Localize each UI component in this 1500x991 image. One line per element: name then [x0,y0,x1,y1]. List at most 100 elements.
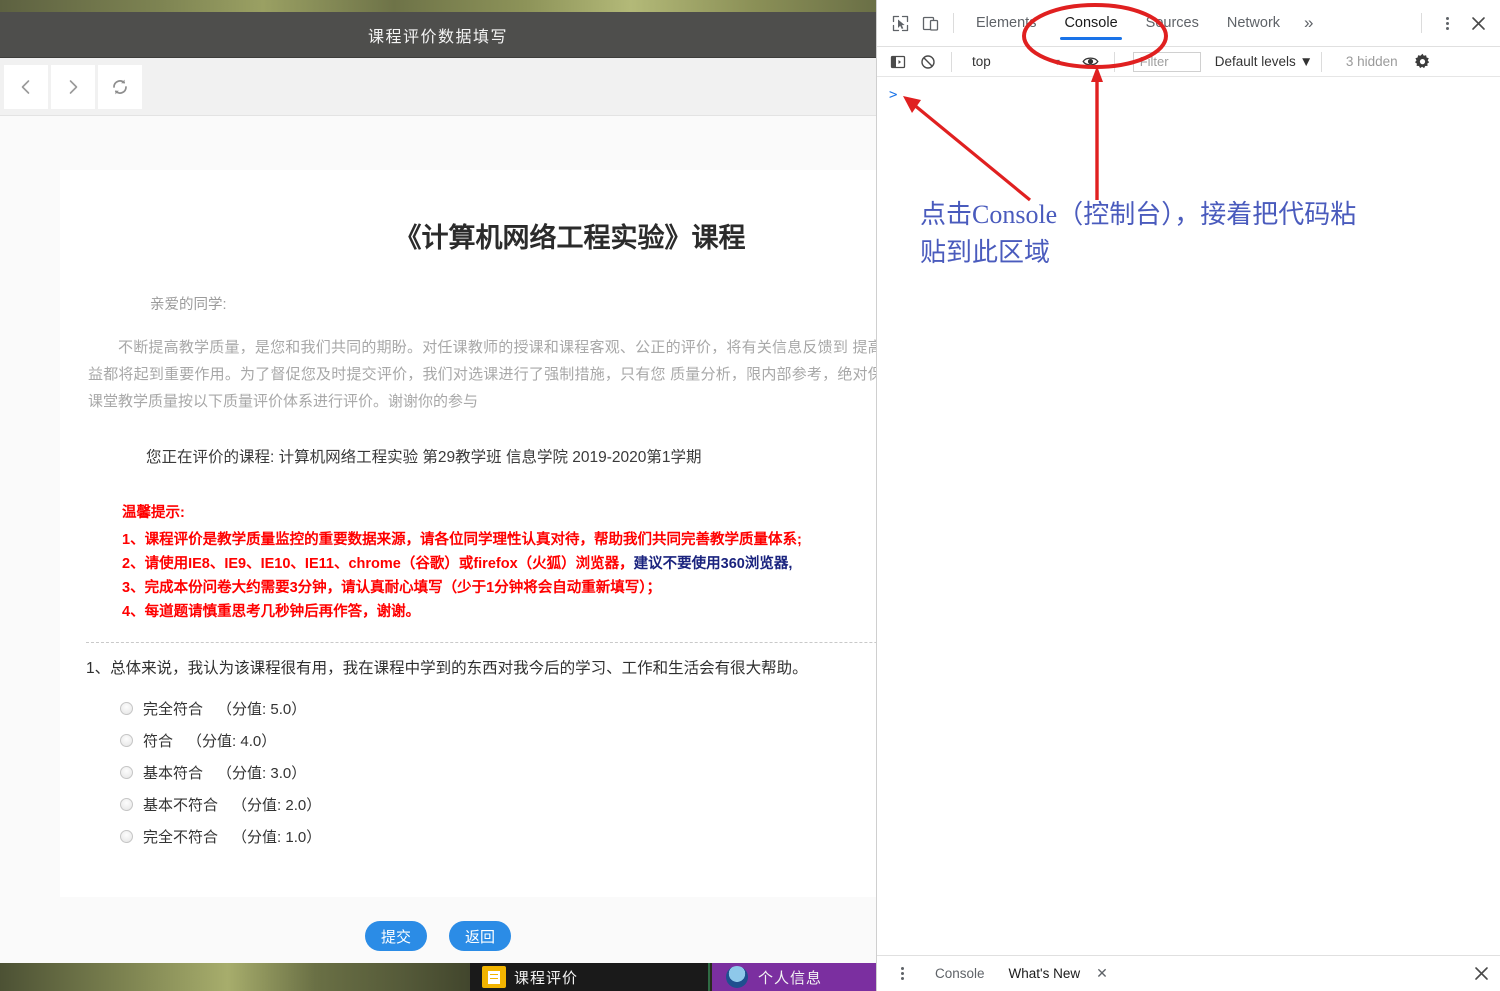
tips-item: 4、每道题请慎重思考几秒钟后再作答，谢谢。 [122,600,876,624]
divider [1320,51,1322,72]
survey-intro-paragraph: 不断提高教学质量，是您和我们共同的期盼。对任课教师的授课和课程客观、公正的评价，… [88,339,876,410]
tips-item: 2、请使用IE8、IE9、IE10、IE11、chrome（谷歌）或firefo… [122,552,876,576]
option-row[interactable]: 基本符合 （分值: 3.0） [120,756,876,788]
close-icon [1471,16,1485,30]
survey-card: 《计算机网络工程实验》课程 亲爱的同学: 不断提高教学质量，是您和我们共同的期盼… [60,170,876,897]
desktop-tile-personal-info[interactable]: 个人信息 [712,963,876,991]
radio-button-icon[interactable] [120,733,133,747]
divider [1113,51,1115,72]
page-viewport: 《计算机网络工程实验》课程 亲爱的同学: 不断提高教学质量，是您和我们共同的期盼… [0,116,876,963]
avatar-icon [726,966,748,988]
question-1-text: 1、总体来说，我认为该课程很有用，我在课程中学到的东西对我今后的学习、工作和生活… [86,660,808,677]
option-score: （分值: 3.0） [217,764,307,782]
forward-arrow-icon [69,79,78,94]
device-toolbar-icon [922,16,938,31]
option-score: （分值: 2.0） [232,796,322,814]
question-1-options: 完全符合 （分值: 5.0） 符合 （分值: 4.0） 基本符合 （分值: 3.0） [120,692,876,852]
tips-title: 温馨提示: [122,505,185,521]
execution-context-selector[interactable]: top [960,54,1001,69]
devtools-close-button[interactable] [1464,9,1492,37]
submit-button[interactable]: 提交 [365,921,427,951]
option-text: 基本不符合 [143,796,219,814]
window-titlebar: 课程评价数据填写 [0,12,876,58]
reload-button[interactable] [98,64,142,109]
document-icon [482,966,506,988]
drawer-tab-close-icon[interactable]: ✕ [1096,965,1108,982]
devtools-drawer: Console What's New ✕ [877,955,1500,991]
browser-window: 课程评价数据填写 《计算机网络工程实验》课程 亲爱的同学: 不断提高教学质量，是… [0,12,876,963]
clear-console-button[interactable] [913,47,943,77]
tips-item-highlight: 建议不要使用360浏览器, [633,556,793,572]
drawer-tab-whats-new[interactable]: What's New [997,966,1093,981]
tab-sources[interactable]: Sources [1132,0,1213,46]
console-sidebar-toggle-button[interactable] [883,47,913,77]
live-expression-button[interactable] [1076,47,1106,77]
desktop-tile-course-evaluation[interactable]: 课程评价 [470,963,710,991]
hidden-messages-count: 3 hidden [1345,54,1398,69]
drawer-more-tools-button[interactable] [889,961,915,987]
tab-network[interactable]: Network [1213,0,1294,46]
forward-button[interactable] [51,64,95,109]
console-settings-button[interactable] [1412,51,1434,73]
drawer-close-button[interactable] [1472,960,1500,988]
option-score: （分值: 5.0） [217,700,307,718]
option-score: （分值: 1.0） [232,828,322,846]
tab-console[interactable]: Console [1050,0,1131,46]
option-text: 基本符合 [143,764,204,782]
divider [86,642,876,643]
option-text: 符合 [143,732,174,750]
annotation-instruction-text: 点击Console（控制台），接着把代码粘 贴到此区域 [920,200,1357,267]
sidebar-toggle-icon [890,55,906,68]
option-row[interactable]: 完全符合 （分值: 5.0） [120,692,876,724]
tips-item: 1、课程评价是教学质量监控的重要数据来源，请各位同学理性认真对待，帮助我们共同完… [122,528,876,552]
option-row[interactable]: 符合 （分值: 4.0） [120,724,876,756]
tips-item-text: 2、请使用IE8、IE9、IE10、IE11、chrome（谷歌）或firefo… [122,556,634,572]
tips-item-text: 3、完成本份问卷大约需要3分钟，请认真耐心填写（少于1分钟将会自动重新填写）； [122,580,661,596]
cursor-inspect-icon [892,15,908,31]
console-toolbar: top ▼ Filter Default levels ▼ 3 hidden [877,47,1500,77]
option-row[interactable]: 完全不符合 （分值: 1.0） [120,820,876,852]
option-label: 基本不符合 （分值: 2.0） [143,794,321,815]
log-levels-selector[interactable]: Default levels ▼ [1215,54,1313,69]
tab-elements[interactable]: Elements [962,0,1050,46]
kebab-menu-icon [1445,21,1449,25]
option-score: （分值: 4.0） [187,732,277,750]
tips-item-text: 4、每道题请慎重思考几秒钟后再作答，谢谢。 [122,604,421,620]
chevron-down-icon[interactable]: ▼ [1053,57,1062,67]
survey-tips-block: 温馨提示: 1、课程评价是教学质量监控的重要数据来源，请各位同学理性认真对待，帮… [122,501,876,624]
toggle-device-toolbar-button[interactable] [915,8,945,38]
desktop-wallpaper-top [0,0,876,12]
option-label: 完全符合 （分值: 5.0） [143,698,306,719]
divider [953,13,954,33]
inspect-element-button[interactable] [885,8,915,38]
option-text: 完全符合 [143,700,204,718]
eye-icon [1082,57,1099,66]
desktop-tile-personal-info-label: 个人信息 [758,969,823,987]
option-text: 完全不符合 [143,828,219,846]
back-button[interactable] [4,64,48,109]
radio-button-icon[interactable] [120,797,133,811]
more-tabs-button[interactable]: » [1294,13,1323,33]
survey-action-bar: 提交 返回 [0,921,876,951]
radio-button-icon[interactable] [120,701,133,715]
radio-button-icon[interactable] [120,765,133,779]
devtools-tabbar: Elements Console Sources Network » [877,0,1500,47]
console-filter-input[interactable]: Filter [1132,51,1201,72]
drawer-tab-console[interactable]: Console [923,966,997,981]
window-title: 课程评价数据填写 [367,28,508,46]
option-label: 符合 （分值: 4.0） [143,730,276,751]
desktop-tile-course-evaluation-label: 课程评价 [514,969,579,987]
option-label: 基本符合 （分值: 3.0） [143,762,306,783]
console-prompt-chevron[interactable]: > [889,87,897,103]
return-button[interactable]: 返回 [449,921,511,951]
radio-button-icon[interactable] [120,829,133,843]
reload-arrow-icon [113,79,127,94]
survey-salutation: 亲爱的同学: [150,297,227,313]
devtools-settings-menu-button[interactable] [1434,10,1460,36]
tips-item: 3、完成本份问卷大约需要3分钟，请认真耐心填写（少于1分钟将会自动重新填写）； [122,576,876,600]
tips-item-text: 1、课程评价是教学质量监控的重要数据来源，请各位同学理性认真对待，帮助我们共同完… [122,532,802,548]
option-row[interactable]: 基本不符合 （分值: 2.0） [120,788,876,820]
close-icon [1474,967,1488,980]
kebab-menu-icon [900,972,904,975]
survey-course-info: 您正在评价的课程: 计算机网络工程实验 第29教学班 信息学院 2019-202… [146,449,702,466]
